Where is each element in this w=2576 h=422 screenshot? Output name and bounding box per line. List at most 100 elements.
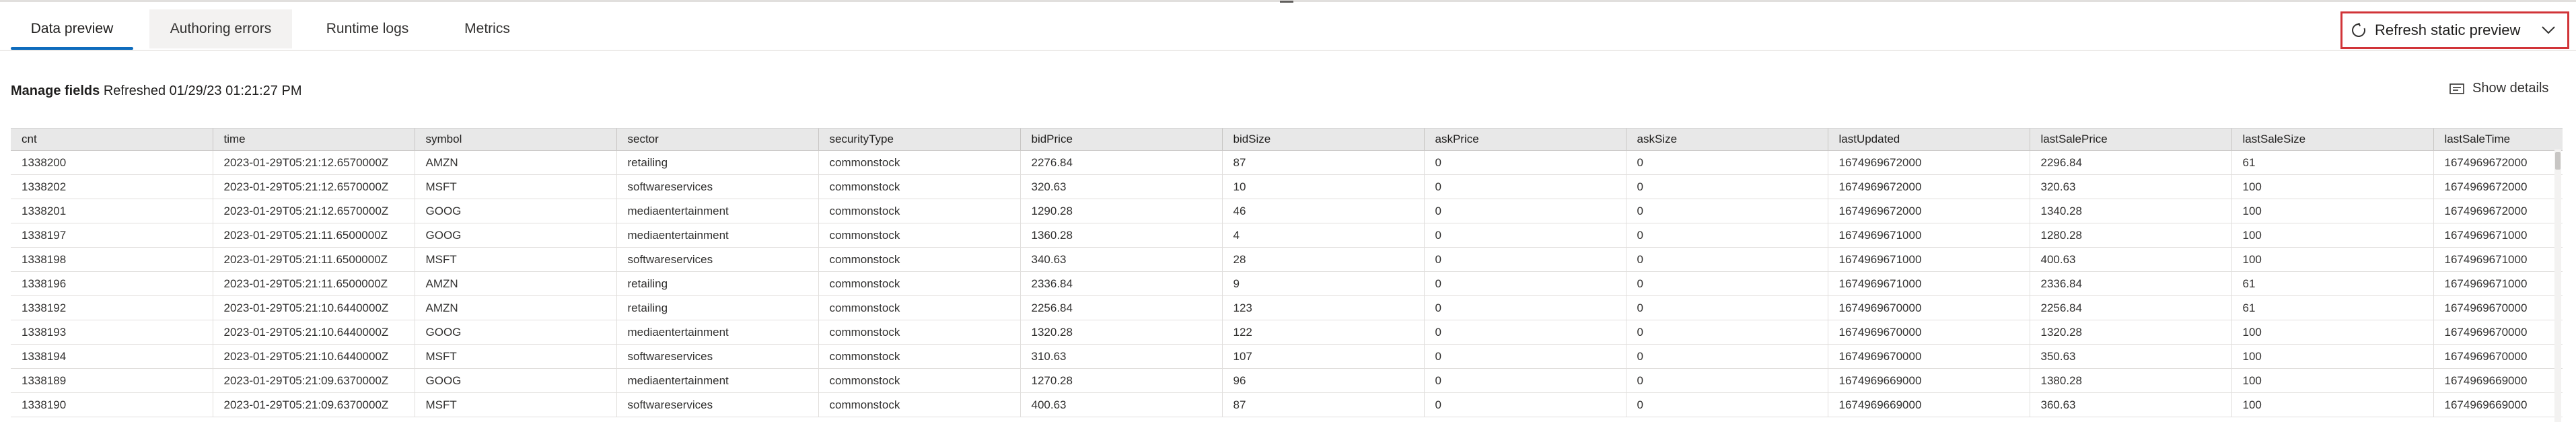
table-cell-securitytype: commonstock (818, 150, 1021, 175)
column-header[interactable]: askSize (1626, 129, 1828, 151)
column-header[interactable]: lastSalePrice (2030, 129, 2232, 151)
table-cell-asksize: 0 (1626, 150, 1828, 175)
table-cell-lastsalesize: 100 (2231, 368, 2434, 393)
table-cell-lastupdated: 1674969670000 (1828, 320, 2030, 345)
table-cell-securitytype: commonstock (818, 344, 1021, 369)
table-cell-cnt: 1338194 (11, 344, 213, 369)
table-cell-time: 2023-01-29T05:21:10.6440000Z (213, 295, 415, 320)
table-cell-askprice: 0 (1424, 344, 1626, 369)
table-cell-bidsize: 122 (1222, 320, 1425, 345)
table-row[interactable]: 1338194 2023-01-29T05:21:10.6440000Z MSFT s… (11, 344, 2563, 369)
show-details-button[interactable]: Show details (2449, 81, 2548, 96)
table-cell-time: 2023-01-29T05:21:12.6570000Z (213, 174, 415, 199)
table-cell-askprice: 0 (1424, 295, 1626, 320)
table-cell-bidsize: 87 (1222, 392, 1425, 417)
column-header[interactable]: lastUpdated (1828, 129, 2030, 151)
table-cell-cnt: 1338189 (11, 368, 213, 393)
table-cell-time: 2023-01-29T05:21:10.6440000Z (213, 320, 415, 345)
table-cell-askprice: 0 (1424, 320, 1626, 345)
table-cell-bidsize: 28 (1222, 247, 1425, 272)
table-cell-time: 2023-01-29T05:21:12.6570000Z (213, 199, 415, 223)
table-cell-securitytype: commonstock (818, 271, 1021, 296)
refresh-options-dropdown[interactable] (2536, 13, 2561, 47)
refreshed-timestamp: Refreshed 01/29/23 01:21:27 PM (103, 83, 302, 98)
table-cell-lastupdated: 1674969671000 (1828, 271, 2030, 296)
column-header[interactable]: lastSaleTime (2433, 129, 2563, 151)
table-cell-symbol: AMZN (415, 271, 617, 296)
column-header[interactable]: bidPrice (1020, 129, 1223, 151)
chevron-down-icon (2542, 26, 2555, 34)
table-row[interactable]: 1338198 2023-01-29T05:21:11.6500000Z MSFT s… (11, 247, 2563, 272)
tab-metrics[interactable]: Metrics (448, 9, 526, 48)
table-cell-lastupdated: 1674969671000 (1828, 223, 2030, 248)
table-cell-lastsaletime: 1674969669000 (2433, 392, 2563, 417)
table-cell-asksize: 0 (1626, 320, 1828, 345)
table-cell-lastsaletime: 1674969671000 (2433, 223, 2563, 248)
table-row[interactable]: 1338197 2023-01-29T05:21:11.6500000Z GOOG m… (11, 223, 2563, 248)
table-cell-time: 2023-01-29T05:21:09.6370000Z (213, 368, 415, 393)
table-cell-lastsaleprice: 2336.84 (2030, 271, 2232, 296)
tab-label: Metrics (464, 21, 510, 36)
table-cell-lastsaleprice: 1340.28 (2030, 199, 2232, 223)
column-header[interactable]: askPrice (1424, 129, 1626, 151)
tab-bar: Data preview Authoring errors Runtime lo… (0, 3, 2576, 51)
table-row[interactable]: 1338202 2023-01-29T05:21:12.6570000Z MSFT s… (11, 174, 2563, 199)
tab-label: Authoring errors (170, 21, 272, 36)
table-cell-cnt: 1338197 (11, 223, 213, 248)
table-cell-lastupdated: 1674969672000 (1828, 150, 2030, 175)
table-row[interactable]: 1338201 2023-01-29T05:21:12.6570000Z GOOG m… (11, 199, 2563, 223)
stream-analytics-preview-panel: Data preview Authoring errors Runtime lo… (0, 0, 2576, 422)
table-row[interactable]: 1338200 2023-01-29T05:21:12.6570000Z AMZN r… (11, 150, 2563, 175)
column-header[interactable]: symbol (415, 129, 617, 151)
active-tab-indicator (11, 47, 133, 50)
table-cell-lastsaleprice: 320.63 (2030, 174, 2232, 199)
table-cell-lastsaletime: 1674969670000 (2433, 295, 2563, 320)
table-scrollbar[interactable] (2554, 149, 2561, 422)
table-cell-securitytype: commonstock (818, 295, 1021, 320)
table-row[interactable]: 1338189 2023-01-29T05:21:09.6370000Z GOOG m… (11, 368, 2563, 393)
table-cell-bidsize: 87 (1222, 150, 1425, 175)
tab-data-preview[interactable]: Data preview (11, 9, 133, 50)
table-cell-cnt: 1338200 (11, 150, 213, 175)
table-row[interactable]: 1338190 2023-01-29T05:21:09.6370000Z MSFT s… (11, 392, 2563, 417)
table-cell-lastsaleprice: 1320.28 (2030, 320, 2232, 345)
table-cell-symbol: GOOG (415, 368, 617, 393)
column-header[interactable]: time (213, 129, 415, 151)
table-cell-time: 2023-01-29T05:21:11.6500000Z (213, 271, 415, 296)
table-cell-bidsize: 9 (1222, 271, 1425, 296)
table-cell-symbol: GOOG (415, 320, 617, 345)
table-cell-time: 2023-01-29T05:21:09.6370000Z (213, 392, 415, 417)
manage-fields-row: Manage fields Refreshed 01/29/23 01:21:2… (11, 83, 301, 99)
scrollbar-thumb[interactable] (2555, 152, 2561, 170)
table-cell-asksize: 0 (1626, 271, 1828, 296)
column-header[interactable]: lastSaleSize (2231, 129, 2434, 151)
table-cell-lastsalesize: 100 (2231, 174, 2434, 199)
table-cell-bidsize: 123 (1222, 295, 1425, 320)
table-row[interactable]: 1338193 2023-01-29T05:21:10.6440000Z GOOG m… (11, 320, 2563, 345)
tab-label: Runtime logs (326, 21, 409, 36)
table-cell-bidprice: 1290.28 (1020, 199, 1223, 223)
column-header[interactable]: sector (616, 129, 819, 151)
table-cell-bidsize: 10 (1222, 174, 1425, 199)
tab-authoring-errors[interactable]: Authoring errors (149, 9, 292, 48)
table-cell-bidprice: 1360.28 (1020, 223, 1223, 248)
table-cell-securitytype: commonstock (818, 223, 1021, 248)
table-cell-lastsaleprice: 360.63 (2030, 392, 2232, 417)
table-cell-lastsaletime: 1674969672000 (2433, 174, 2563, 199)
tab-runtime-logs[interactable]: Runtime logs (310, 9, 425, 48)
table-cell-securitytype: commonstock (818, 174, 1021, 199)
column-header[interactable]: bidSize (1222, 129, 1425, 151)
column-header[interactable]: securityType (818, 129, 1021, 151)
table-row[interactable]: 1338196 2023-01-29T05:21:11.6500000Z AMZN r… (11, 271, 2563, 296)
manage-fields-link[interactable]: Manage fields (11, 83, 100, 98)
table-cell-lastsalesize: 100 (2231, 392, 2434, 417)
table-cell-lastsaleprice: 350.63 (2030, 344, 2232, 369)
table-row[interactable]: 1338192 2023-01-29T05:21:10.6440000Z AMZN r… (11, 295, 2563, 320)
table-cell-symbol: MSFT (415, 392, 617, 417)
table-cell-time: 2023-01-29T05:21:11.6500000Z (213, 223, 415, 248)
table-cell-sector: mediaentertainment (616, 199, 819, 223)
table-cell-cnt: 1338190 (11, 392, 213, 417)
refresh-static-preview-split-button: Refresh static preview (2340, 11, 2569, 49)
refresh-static-preview-button[interactable]: Refresh static preview (2342, 13, 2520, 47)
column-header[interactable]: cnt (11, 129, 213, 151)
